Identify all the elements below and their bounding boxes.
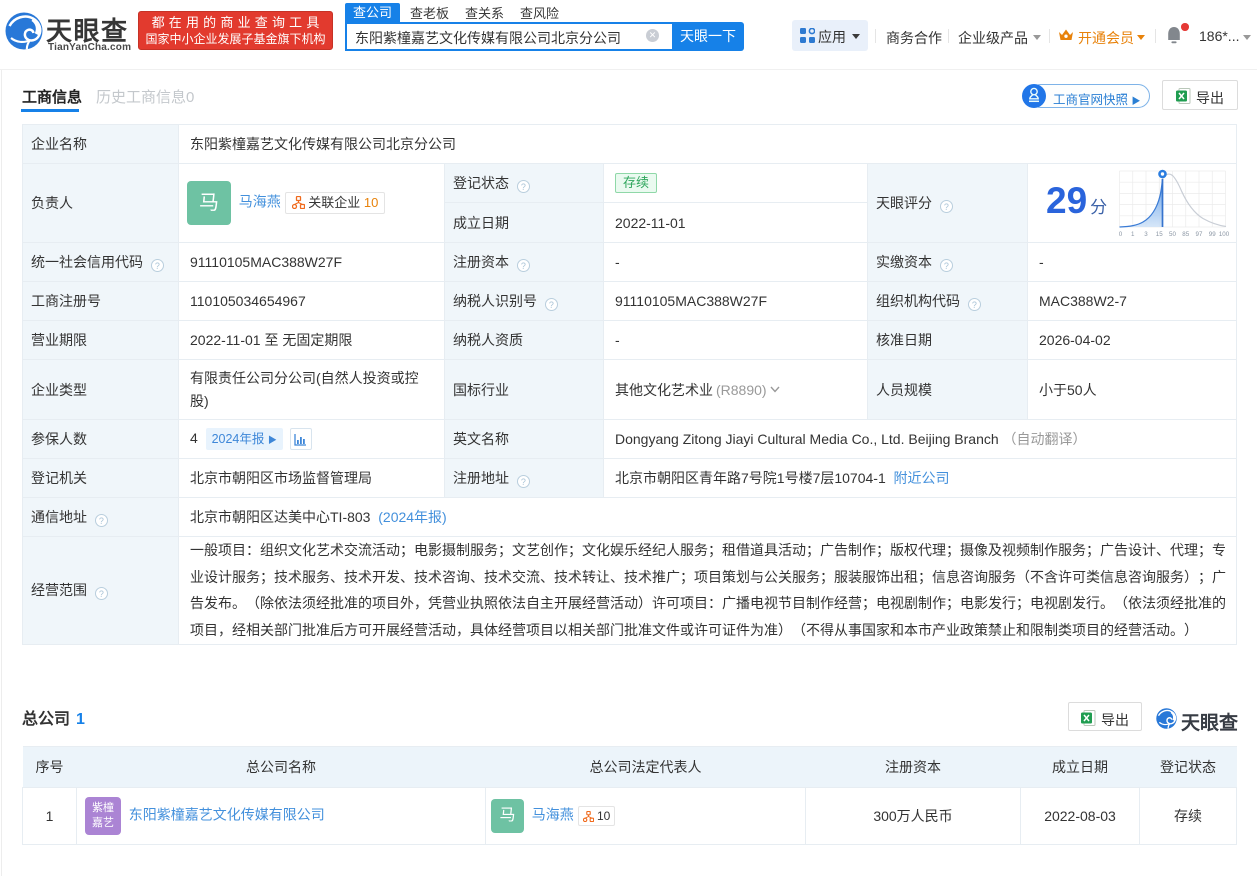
svg-text:85: 85 <box>1182 231 1189 238</box>
svg-text:97: 97 <box>1196 231 1203 238</box>
svg-text:1: 1 <box>1131 231 1135 238</box>
svg-text:99: 99 <box>1209 231 1216 238</box>
svg-text:50: 50 <box>1169 231 1176 238</box>
svg-text:15: 15 <box>1156 231 1163 238</box>
svg-text:0: 0 <box>1119 231 1123 238</box>
svg-text:100: 100 <box>1219 231 1230 238</box>
svg-text:3: 3 <box>1144 231 1148 238</box>
